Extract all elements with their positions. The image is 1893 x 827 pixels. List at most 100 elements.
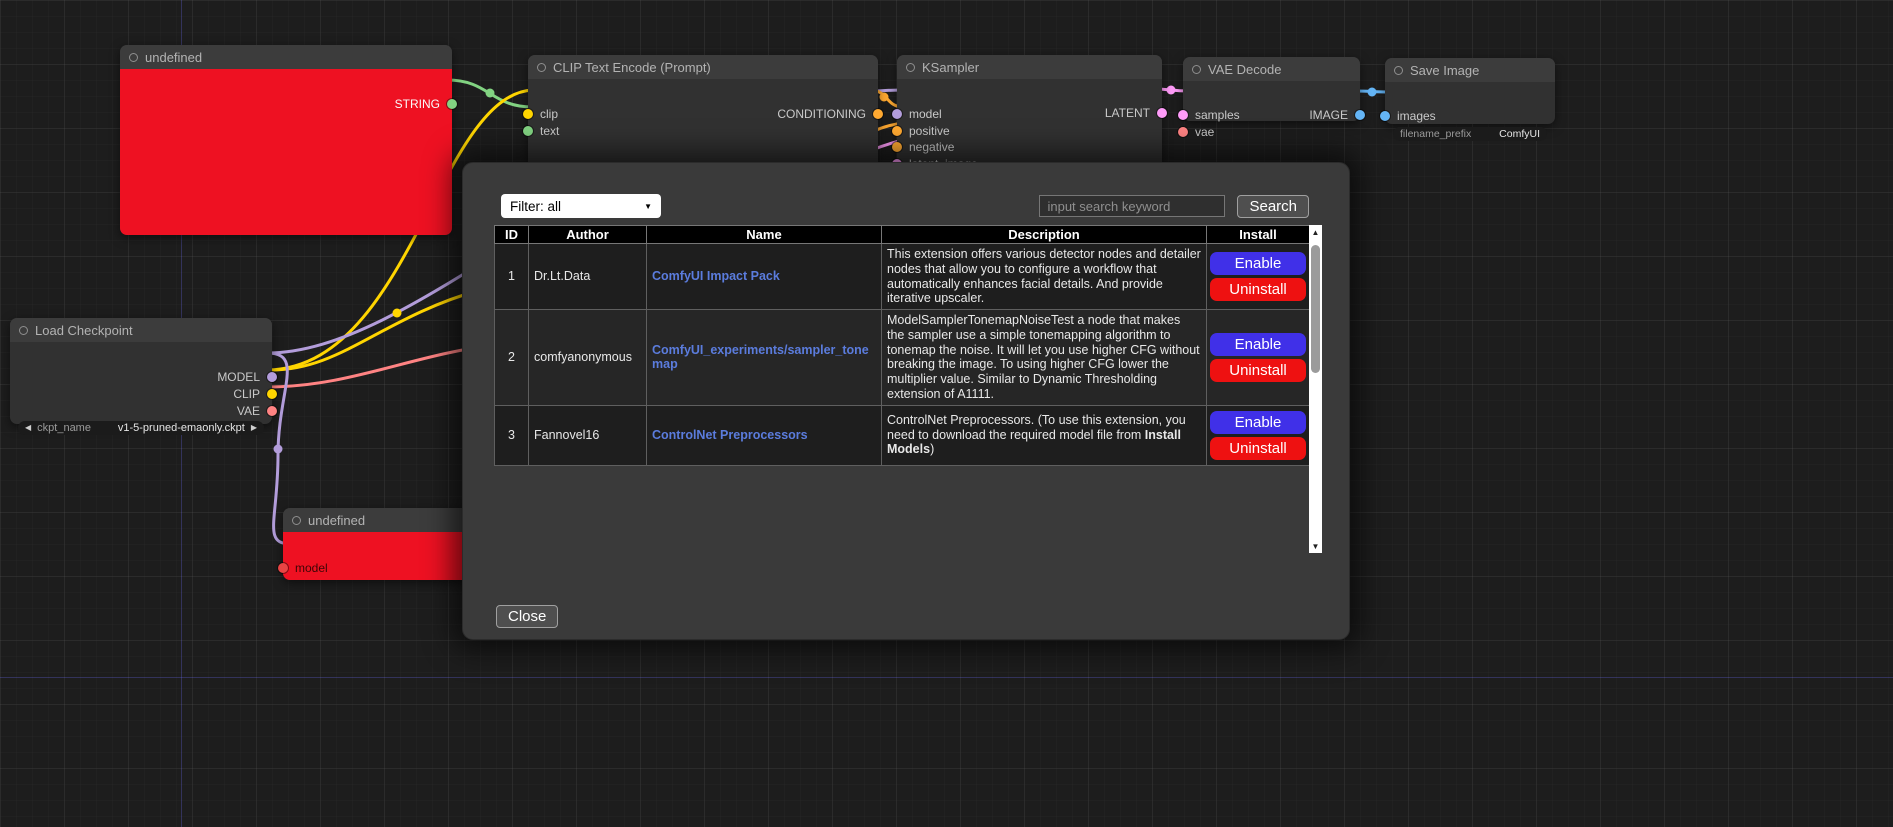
input-slot-positive: positive: [897, 124, 1162, 138]
output-slot-clip: CLIP: [10, 387, 272, 401]
extension-description: This extension offers various detector n…: [882, 244, 1207, 310]
positive-input-dot[interactable]: [892, 126, 902, 136]
node-title-bar[interactable]: VAE Decode: [1183, 57, 1360, 81]
uninstall-button[interactable]: Uninstall: [1210, 437, 1306, 460]
node-title-bar[interactable]: Save Image: [1385, 58, 1555, 82]
conditioning-output-dot[interactable]: [873, 109, 883, 119]
input-slot-vae: vae: [1183, 125, 1360, 139]
node-save-image[interactable]: Save Image images filename_prefix ComfyU…: [1385, 58, 1555, 124]
table-scrollbar[interactable]: ▲ ▼: [1309, 225, 1322, 553]
table-row: 2 comfyanonymous ComfyUI_experiments/sam…: [495, 310, 1310, 406]
extension-name-link[interactable]: ComfyUI_experiments/sampler_tonemap: [652, 343, 869, 372]
table-row: 3 Fannovel16 ControlNet Preprocessors Co…: [495, 405, 1310, 465]
enable-button[interactable]: Enable: [1210, 252, 1306, 275]
header-name: Name: [647, 226, 882, 244]
table-header-row: ID Author Name Description Install: [495, 226, 1310, 244]
link-midpoint-dot[interactable]: [1368, 88, 1377, 97]
node-title: Save Image: [1410, 63, 1479, 78]
string-output-dot[interactable]: [447, 99, 457, 109]
node-title-bar[interactable]: undefined: [120, 45, 452, 69]
close-button[interactable]: Close: [496, 605, 558, 628]
model-input-dot[interactable]: [278, 563, 288, 573]
text-input-dot[interactable]: [523, 126, 533, 136]
vae-input-dot[interactable]: [1178, 127, 1188, 137]
collapse-dot-icon[interactable]: [292, 516, 301, 525]
node-title: undefined: [145, 50, 202, 65]
filename-prefix-value: ComfyUI: [1499, 128, 1540, 140]
node-graph-canvas[interactable]: undefined STRING CLIP Text Encode (Promp…: [0, 0, 1893, 827]
link-clip-to-hidden[interactable]: [267, 290, 480, 370]
link-string-to-text[interactable]: [447, 80, 533, 107]
node-title: Load Checkpoint: [35, 323, 133, 338]
uninstall-button[interactable]: Uninstall: [1210, 359, 1306, 382]
uninstall-button[interactable]: Uninstall: [1210, 278, 1306, 301]
negative-input-dot[interactable]: [892, 142, 902, 152]
caret-down-icon: ▼: [644, 202, 652, 211]
filter-select-value: Filter: all: [510, 199, 561, 214]
node-title-bar[interactable]: CLIP Text Encode (Prompt): [528, 55, 878, 79]
output-slot-string: STRING: [120, 97, 452, 111]
header-description: Description: [882, 226, 1207, 244]
node-title-bar[interactable]: Load Checkpoint: [10, 318, 272, 342]
model-output-dot[interactable]: [267, 372, 277, 382]
clip-output-dot[interactable]: [267, 389, 277, 399]
arrow-right-icon[interactable]: ▶: [251, 421, 257, 435]
input-slot-model: model: [283, 561, 483, 575]
link-midpoint-dot[interactable]: [1167, 86, 1176, 95]
scrollbar-thumb[interactable]: [1311, 245, 1320, 373]
extensions-table: ID Author Name Description Install 1 Dr.…: [494, 225, 1310, 466]
header-install: Install: [1207, 226, 1310, 244]
node-vae-decode[interactable]: VAE Decode samples vae IMAGE: [1183, 57, 1360, 121]
ckpt-name-widget[interactable]: ◀ ckpt_name v1-5-pruned-emaonly.ckpt ▶: [18, 421, 264, 435]
collapse-dot-icon[interactable]: [129, 53, 138, 62]
filename-prefix-widget[interactable]: filename_prefix ComfyUI: [1393, 127, 1547, 141]
extension-author: Dr.Lt.Data: [529, 244, 647, 310]
collapse-dot-icon[interactable]: [1394, 66, 1403, 75]
enable-button[interactable]: Enable: [1210, 411, 1306, 434]
enable-button[interactable]: Enable: [1210, 333, 1306, 356]
header-id: ID: [495, 226, 529, 244]
custom-nodes-manager-dialog: Filter: all ▼ Search ID Author Name Desc…: [462, 162, 1350, 640]
extension-author: comfyanonymous: [529, 310, 647, 406]
node-title-bar[interactable]: KSampler: [897, 55, 1162, 79]
header-author: Author: [529, 226, 647, 244]
slot-label: STRING: [395, 97, 440, 111]
extension-author: Fannovel16: [529, 405, 647, 465]
images-input-dot[interactable]: [1380, 111, 1390, 121]
output-slot-vae: VAE: [10, 404, 272, 418]
filter-select[interactable]: Filter: all ▼: [501, 194, 661, 218]
extensions-table-container: ID Author Name Description Install 1 Dr.…: [494, 225, 1322, 553]
node-undefined-top[interactable]: undefined STRING: [120, 45, 452, 235]
extension-name-link[interactable]: ComfyUI Impact Pack: [652, 269, 780, 283]
vae-output-dot[interactable]: [267, 406, 277, 416]
link-midpoint-dot[interactable]: [486, 89, 495, 98]
scroll-down-icon[interactable]: ▼: [1309, 539, 1322, 553]
table-row: 1 Dr.Lt.Data ComfyUI Impact Pack This ex…: [495, 244, 1310, 310]
link-midpoint-dot[interactable]: [393, 309, 402, 318]
extension-name-link[interactable]: ControlNet Preprocessors: [652, 428, 808, 442]
latent-output-dot[interactable]: [1157, 108, 1167, 118]
arrow-left-icon[interactable]: ◀: [25, 421, 31, 435]
collapse-dot-icon[interactable]: [1192, 65, 1201, 74]
output-slot-latent: LATENT: [897, 106, 1162, 120]
node-title: KSampler: [922, 60, 979, 75]
grid-axis-horizontal: [0, 677, 1893, 678]
image-output-dot[interactable]: [1355, 110, 1365, 120]
output-slot-model: MODEL: [10, 370, 272, 384]
node-title-bar[interactable]: undefined: [283, 508, 483, 532]
node-undefined-bottom[interactable]: undefined model: [283, 508, 483, 580]
input-slot-text: text: [528, 124, 878, 138]
search-button[interactable]: Search: [1237, 195, 1309, 218]
collapse-dot-icon[interactable]: [537, 63, 546, 72]
extension-id: 2: [495, 310, 529, 406]
link-midpoint-dot[interactable]: [274, 445, 283, 454]
node-load-checkpoint[interactable]: Load Checkpoint MODEL CLIP VAE ◀ ckpt_na…: [10, 318, 272, 424]
collapse-dot-icon[interactable]: [19, 326, 28, 335]
collapse-dot-icon[interactable]: [906, 63, 915, 72]
scroll-up-icon[interactable]: ▲: [1309, 225, 1322, 239]
input-slot-images: images: [1385, 109, 1555, 123]
extension-description: ModelSamplerTonemapNoiseTest a node that…: [882, 310, 1207, 406]
link-midpoint-dot[interactable]: [880, 93, 889, 102]
search-input[interactable]: [1039, 195, 1225, 217]
extension-description: ControlNet Preprocessors. (To use this e…: [882, 405, 1207, 465]
